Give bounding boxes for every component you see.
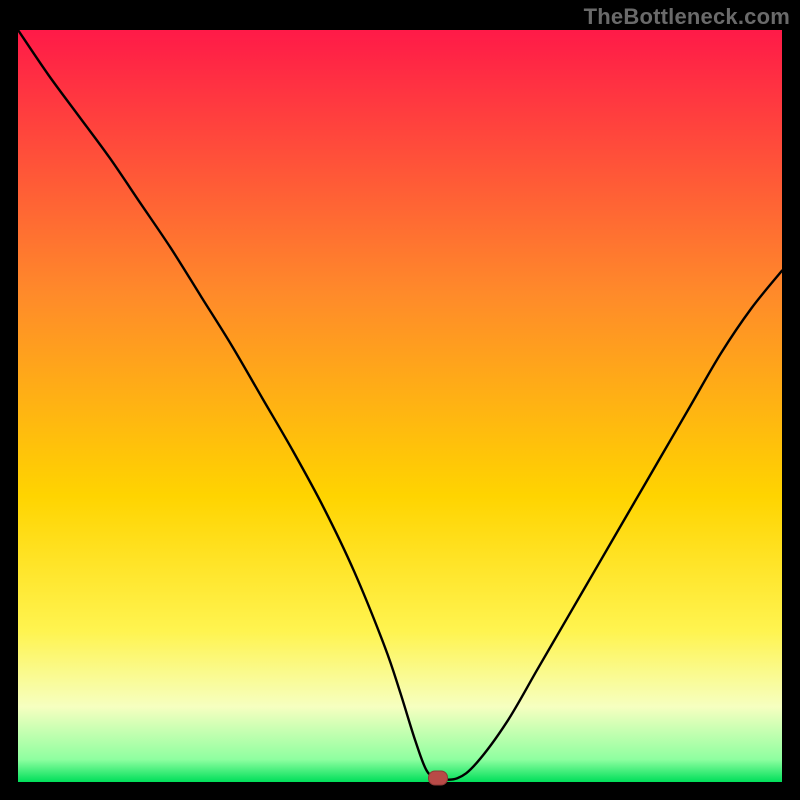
current-point-marker bbox=[428, 771, 448, 786]
watermark-text: TheBottleneck.com bbox=[584, 4, 790, 30]
chart-container: TheBottleneck.com bbox=[0, 0, 800, 800]
bottleneck-plot bbox=[18, 30, 782, 782]
gradient-background bbox=[18, 30, 782, 782]
